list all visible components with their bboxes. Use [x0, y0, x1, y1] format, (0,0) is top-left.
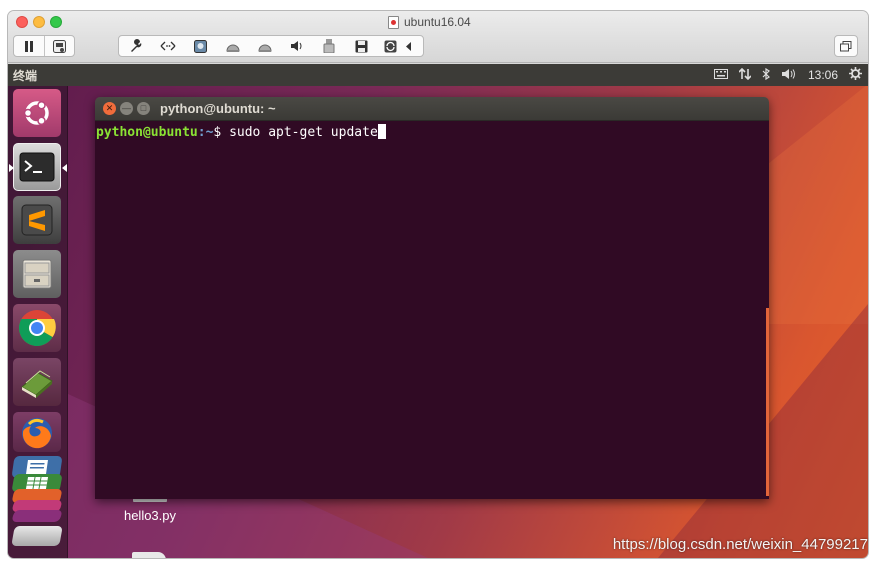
close-window-button[interactable]	[16, 16, 28, 28]
keyboard-icon[interactable]	[713, 68, 728, 82]
clock-label[interactable]: 13:06	[808, 68, 838, 82]
text-cursor	[377, 124, 386, 139]
desktop-file-icon[interactable]	[132, 552, 166, 558]
terminal-titlebar[interactable]: ✕ — □ python@ubuntu: ~	[95, 97, 769, 121]
indicator-area: 13:06	[713, 64, 862, 86]
active-app-title: 终端	[13, 68, 38, 83]
terminal-scrollbar[interactable]	[766, 308, 769, 496]
file-manager-icon[interactable]	[13, 250, 61, 298]
desktop-file-label: hello3.py	[123, 508, 177, 523]
terminal-minimize-icon[interactable]: —	[120, 102, 133, 115]
vm-title-text: ubuntu16.04	[404, 15, 471, 29]
terminal-window: ✕ — □ python@ubuntu: ~ python@ubuntu:~$ …	[95, 97, 769, 499]
vm-title: ubuntu16.04	[388, 14, 471, 30]
chevron-left-icon[interactable]	[403, 36, 415, 56]
zoom-window-button[interactable]	[50, 16, 62, 28]
terminal-command: sudo apt-get update	[229, 125, 378, 140]
refresh-icon[interactable]	[377, 36, 403, 56]
vm-control-group	[13, 35, 75, 57]
network-updown-icon[interactable]	[738, 67, 752, 83]
terminal-launcher-icon[interactable]	[9, 143, 67, 191]
sublime-text-icon[interactable]	[13, 196, 61, 244]
unity-launcher	[8, 86, 68, 558]
vm-window: ubuntu16.04 终端 13:06 hello3.py ✕ — □ pyt…	[8, 11, 868, 558]
book-reader-icon[interactable]	[13, 358, 61, 406]
minimize-window-button[interactable]	[33, 16, 45, 28]
snapshot-icon[interactable]	[45, 36, 75, 56]
bluetooth-icon[interactable]	[762, 67, 770, 83]
software-center-icon[interactable]	[11, 510, 63, 522]
terminal-title: python@ubuntu: ~	[160, 101, 276, 116]
vm-device-toolbar	[118, 35, 424, 57]
chrome-icon[interactable]	[13, 304, 61, 352]
printer-icon[interactable]	[11, 526, 63, 546]
ubuntu-desktop: 终端 13:06 hello3.py ✕ — □ python@ubuntu: …	[8, 64, 868, 558]
prompt-path: :~	[197, 125, 214, 140]
vm-titlebar: ubuntu16.04	[8, 11, 868, 63]
volume-icon[interactable]	[781, 68, 797, 83]
disc2-icon[interactable]	[249, 36, 281, 56]
wrench-icon[interactable]	[119, 36, 153, 56]
window-restore-icon[interactable]	[834, 35, 858, 57]
hdd-icon[interactable]	[183, 36, 217, 56]
disc-icon[interactable]	[217, 36, 249, 56]
usb-icon[interactable]	[313, 36, 345, 56]
ubuntu-dash-icon[interactable]	[13, 89, 61, 137]
terminal-line: python@ubuntu:~$ sudo apt-get update	[96, 124, 768, 140]
watermark-url: https://blog.csdn.net/weixin_44799217	[612, 536, 868, 553]
network-arrows-icon[interactable]	[153, 36, 183, 56]
terminal-close-icon[interactable]: ✕	[103, 102, 116, 115]
save-icon[interactable]	[345, 36, 377, 56]
speaker-icon[interactable]	[281, 36, 313, 56]
gear-icon[interactable]	[849, 67, 862, 83]
prompt-user: python@ubuntu	[96, 125, 198, 140]
prompt-symbol: $	[213, 125, 230, 140]
pause-icon[interactable]	[14, 36, 44, 56]
terminal-body[interactable]: python@ubuntu:~$ sudo apt-get update	[95, 121, 769, 499]
firefox-icon[interactable]	[13, 412, 61, 452]
terminal-maximize-icon[interactable]: □	[137, 102, 150, 115]
vm-document-icon	[388, 15, 399, 29]
ubuntu-top-panel: 终端 13:06	[8, 64, 868, 86]
